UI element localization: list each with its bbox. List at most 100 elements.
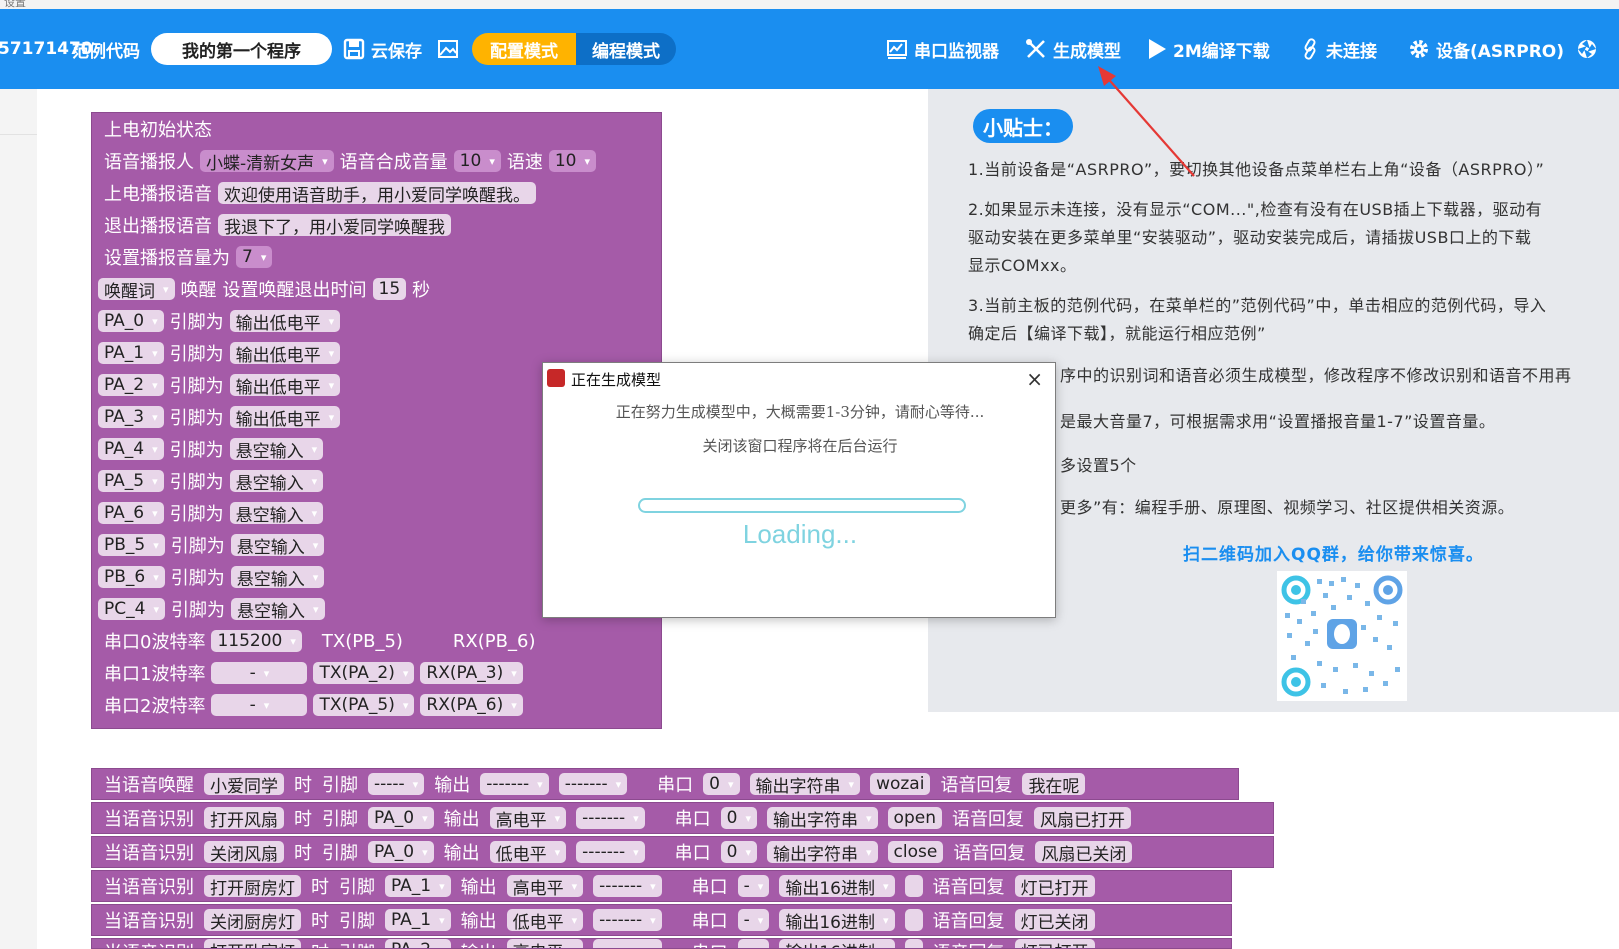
event-hex-input[interactable]: [904, 909, 923, 931]
wake-word-dropdown[interactable]: 唤醒词: [98, 278, 175, 302]
event-out-dropdown[interactable]: 高电平: [489, 807, 567, 831]
program-name-input[interactable]: 我的第一个程序: [151, 33, 332, 65]
rx-dropdown[interactable]: RX(PA_3): [420, 662, 523, 684]
pin-dropdown[interactable]: PB_5: [98, 534, 165, 556]
connection-status-button[interactable]: 未连接: [1300, 9, 1377, 89]
pin-dropdown[interactable]: PA_1: [98, 342, 164, 364]
event-pin-dropdown[interactable]: PA_0: [368, 841, 434, 863]
more-menu-button[interactable]: [1576, 9, 1598, 89]
pin-mode-dropdown[interactable]: 悬空输入: [229, 502, 324, 526]
pin-mode-dropdown[interactable]: 悬空输入: [230, 566, 325, 590]
event-format-dropdown[interactable]: 输出字符串: [749, 773, 861, 797]
boot-speech-input[interactable]: 欢迎使用语音助手，用小爱同学唤醒我。: [218, 182, 536, 206]
event-block[interactable]: 当语音识别 打开卧室灯 时 引脚 PA_2 输出 高电平 ------- 串口 …: [91, 938, 1232, 949]
pin-dropdown[interactable]: PA_2: [98, 374, 164, 396]
event-hex-input[interactable]: [904, 939, 923, 948]
program-mode-tab[interactable]: 编程模式: [576, 33, 676, 65]
event-format-dropdown[interactable]: 输出16进制: [779, 939, 895, 948]
pin-dropdown[interactable]: PA_4: [98, 438, 164, 460]
event-out-dropdown[interactable]: -------: [480, 773, 549, 795]
event-uart-dropdown[interactable]: 0: [703, 773, 740, 795]
event-word-input[interactable]: 打开卧室灯: [204, 939, 301, 948]
event-word-input[interactable]: 关闭风扇: [204, 841, 284, 865]
event-uart-dropdown[interactable]: 0: [720, 807, 758, 829]
pin-dropdown[interactable]: PC_4: [98, 598, 165, 620]
event-reply-input[interactable]: 风扇已关闭: [1035, 841, 1133, 865]
event-out-dropdown[interactable]: 高电平: [506, 939, 584, 948]
pin-mode-dropdown[interactable]: 悬空输入: [229, 438, 324, 462]
event-pin-dropdown[interactable]: PA_1: [385, 909, 451, 931]
event-format-dropdown[interactable]: 输出16进制: [779, 875, 895, 899]
baud-dropdown[interactable]: -: [211, 694, 308, 716]
event-format-dropdown[interactable]: 输出字符串: [767, 841, 878, 865]
event-pin-dropdown[interactable]: PA_1: [385, 875, 451, 897]
event-reply-input[interactable]: 我在呢: [1022, 773, 1086, 797]
serial-monitor-button[interactable]: 串口监视器: [886, 9, 999, 89]
pin-mode-dropdown[interactable]: 悬空输入: [230, 534, 325, 558]
example-code-button[interactable]: 范例代码: [72, 9, 140, 89]
event-reply-input[interactable]: 灯已关闭: [1014, 909, 1095, 933]
pin-dropdown[interactable]: PA_3: [98, 406, 164, 428]
event-block[interactable]: 当语音识别 关闭厨房灯 时 引脚 PA_1 输出 低电平 ------- 串口 …: [91, 904, 1232, 936]
tx-dropdown[interactable]: TX(PA_5): [313, 694, 415, 716]
voice-dropdown[interactable]: 小蝶-清新女声: [200, 150, 334, 174]
qq-group-link[interactable]: 扫二维码加入QQ群，给你带来惊喜。: [1183, 540, 1484, 565]
event-pin-dropdown[interactable]: PA_0: [368, 807, 434, 829]
event-word-input[interactable]: 打开厨房灯: [204, 875, 301, 899]
event-reply-input[interactable]: 风扇已打开: [1033, 807, 1131, 831]
event-format-dropdown[interactable]: 输出字符串: [767, 807, 878, 831]
volume-dropdown[interactable]: 10: [453, 150, 501, 172]
cloud-save-button[interactable]: 云保存: [343, 9, 422, 89]
event-string-input[interactable]: wozai: [870, 773, 931, 795]
event-string-input[interactable]: close: [887, 841, 944, 863]
set-volume-dropdown[interactable]: 7: [236, 246, 273, 268]
timeout-input[interactable]: 15: [372, 278, 407, 300]
event-uart-dropdown[interactable]: 0: [720, 841, 758, 863]
pin-mode-dropdown[interactable]: 输出低电平: [229, 374, 341, 398]
image-export-button[interactable]: [437, 9, 459, 89]
exit-speech-input[interactable]: 我退下了，用小爱同学唤醒我: [218, 214, 451, 238]
pin-dropdown[interactable]: PA_5: [98, 470, 164, 492]
event-out-dropdown[interactable]: 高电平: [506, 875, 584, 899]
config-mode-tab[interactable]: 配置模式: [472, 33, 576, 65]
event-word-input[interactable]: 小爱同学: [204, 773, 284, 797]
event-out2-dropdown[interactable]: -------: [593, 909, 662, 931]
pin-mode-dropdown[interactable]: 输出低电平: [229, 310, 341, 334]
baud-dropdown[interactable]: 115200: [211, 630, 302, 652]
event-out2-dropdown[interactable]: -------: [576, 807, 645, 829]
event-out-dropdown[interactable]: 低电平: [506, 909, 584, 933]
event-out2-dropdown[interactable]: -------: [558, 773, 628, 795]
event-reply-input[interactable]: 灯已打开: [1014, 939, 1095, 948]
event-reply-input[interactable]: 灯已打开: [1014, 875, 1095, 899]
event-format-dropdown[interactable]: 输出16进制: [779, 909, 895, 933]
tx-dropdown[interactable]: TX(PA_2): [313, 662, 415, 684]
pin-mode-dropdown[interactable]: 悬空输入: [229, 470, 324, 494]
event-pin-dropdown[interactable]: PA_2: [385, 939, 451, 948]
rx-dropdown[interactable]: RX(PA_6): [420, 694, 523, 716]
event-word-input[interactable]: 关闭厨房灯: [204, 909, 301, 933]
event-pin-dropdown[interactable]: -----: [368, 773, 425, 795]
event-uart-dropdown[interactable]: -: [737, 909, 770, 931]
baud-dropdown[interactable]: -: [211, 662, 308, 684]
pin-mode-dropdown[interactable]: 输出低电平: [229, 406, 341, 430]
close-icon[interactable]: ×: [1026, 367, 1043, 391]
event-out2-dropdown[interactable]: -------: [593, 939, 662, 948]
event-uart-dropdown[interactable]: -: [737, 875, 770, 897]
event-string-input[interactable]: open: [887, 807, 942, 829]
pin-dropdown[interactable]: PA_0: [98, 310, 164, 332]
event-out2-dropdown[interactable]: -------: [576, 841, 645, 863]
speed-dropdown[interactable]: 10: [548, 150, 597, 172]
pin-dropdown[interactable]: PA_6: [98, 502, 164, 524]
event-uart-dropdown[interactable]: -: [737, 939, 770, 948]
device-select-button[interactable]: 设备(ASRPRO): [1408, 9, 1564, 89]
pin-mode-dropdown[interactable]: 输出低电平: [229, 342, 341, 366]
event-block[interactable]: 当语音识别 关闭风扇 时 引脚 PA_0 输出 低电平 ------- 串口 0…: [91, 836, 1274, 868]
event-block[interactable]: 当语音识别 打开风扇 时 引脚 PA_0 输出 高电平 ------- 串口 0…: [91, 802, 1274, 834]
event-out-dropdown[interactable]: 低电平: [489, 841, 567, 865]
event-out2-dropdown[interactable]: -------: [593, 875, 662, 897]
pin-mode-dropdown[interactable]: 悬空输入: [230, 598, 325, 622]
event-hex-input[interactable]: [904, 875, 923, 897]
pin-dropdown[interactable]: PB_6: [98, 566, 165, 588]
event-block[interactable]: 当语音识别 打开厨房灯 时 引脚 PA_1 输出 高电平 ------- 串口 …: [91, 870, 1232, 902]
event-block[interactable]: 当语音唤醒 小爱同学 时 引脚 ----- 输出 ------- -------…: [91, 768, 1239, 800]
